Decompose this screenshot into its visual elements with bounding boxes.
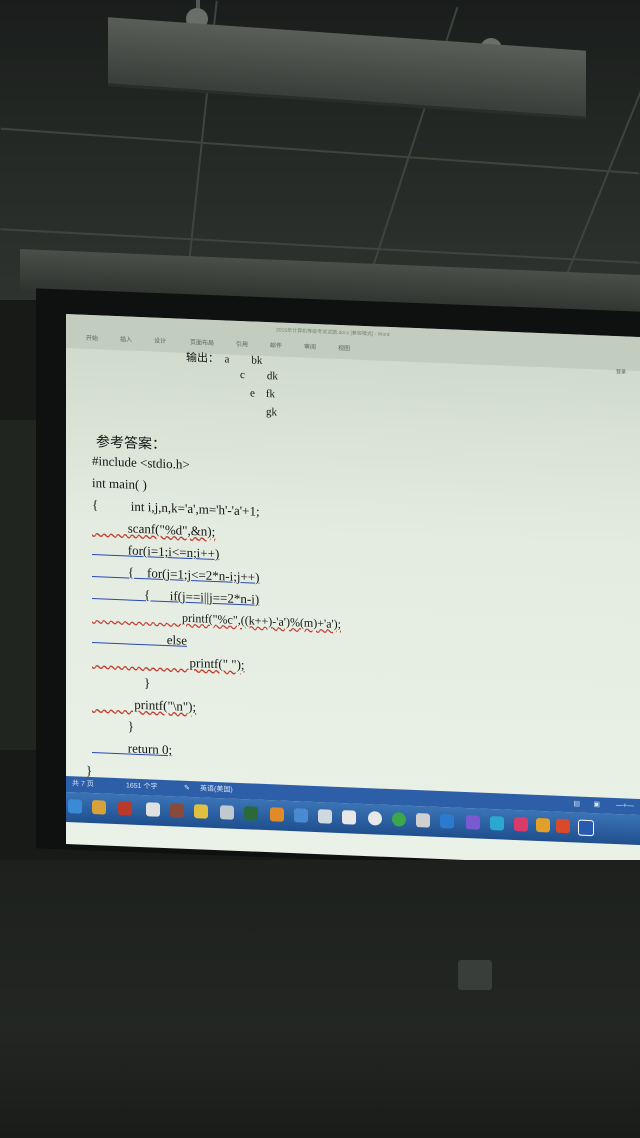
code-line: printf(" ");	[92, 651, 245, 673]
player-icon[interactable]	[294, 808, 308, 823]
python-icon[interactable]	[194, 804, 208, 819]
code-line: { int i,j,n,k='a',m='h'-'a'+1;	[92, 497, 260, 519]
proofing-icon[interactable]: ✎	[184, 781, 190, 797]
tab-references[interactable]: 引用	[236, 339, 248, 348]
powerpoint-icon[interactable]	[556, 818, 570, 834]
sign-in-label[interactable]: 登录	[616, 368, 626, 375]
ceiling-light	[108, 17, 586, 120]
pattern-line: gk	[266, 406, 277, 419]
word-icon[interactable]	[578, 819, 594, 837]
app-icon[interactable]	[170, 803, 184, 818]
zoom-slider[interactable]: —+—	[616, 798, 634, 815]
tab-home[interactable]: 开始	[86, 333, 98, 342]
app-icon[interactable]	[440, 814, 454, 829]
pattern-line: e fk	[250, 387, 276, 401]
code-line: #include <stdio.h>	[92, 453, 190, 472]
tab-insert[interactable]: 插入	[120, 334, 132, 343]
page-count[interactable]: 共 7 页	[72, 776, 94, 793]
pattern-line: c dk	[240, 368, 278, 383]
word-count[interactable]: 1651 个字	[126, 778, 158, 795]
vlc-icon[interactable]	[270, 807, 284, 822]
tab-layout[interactable]: 页面布局	[190, 337, 214, 347]
app-icon[interactable]	[392, 812, 406, 827]
code-line: return 0;	[92, 739, 173, 758]
projected-screen: 2015年计算机等级考试试题.docx [兼容模式] - Word 开始 插入 …	[66, 314, 640, 868]
window-title: 2015年计算机等级考试试题.docx [兼容模式] - Word	[276, 327, 390, 338]
wall	[0, 860, 640, 1138]
language-indicator[interactable]: 英语(美国)	[200, 781, 233, 798]
app-icon[interactable]	[514, 816, 528, 832]
app-icon[interactable]	[490, 816, 504, 831]
folder-icon[interactable]	[92, 800, 106, 815]
code-line: }	[92, 717, 134, 734]
code-line: printf("\n");	[92, 695, 197, 715]
code-line: scanf("%d",&n);	[92, 519, 216, 539]
terminal-icon[interactable]	[244, 806, 258, 821]
code-line: { for(j=1;j<=2*n-i;j++)	[92, 563, 260, 585]
notepad-icon[interactable]	[146, 802, 160, 817]
app-icon[interactable]	[416, 813, 430, 828]
ie-icon[interactable]	[68, 799, 82, 814]
tab-mailings[interactable]: 邮件	[270, 340, 282, 349]
app-icon[interactable]	[220, 805, 234, 820]
app-icon[interactable]	[466, 815, 480, 830]
filezilla-icon[interactable]	[118, 801, 132, 816]
pattern-line: 输出： a bk	[186, 351, 263, 367]
app-icon[interactable]	[368, 811, 382, 826]
tab-view[interactable]: 视图	[338, 343, 350, 352]
read-mode-icon[interactable]: ▤	[573, 796, 580, 812]
document-icon[interactable]	[318, 809, 332, 824]
wall-outlet	[458, 960, 492, 990]
print-layout-icon[interactable]: ▣	[593, 797, 600, 813]
answer-heading: 参考答案：	[96, 435, 166, 454]
code-line: for(i=1;i<=n;i++)	[92, 541, 220, 562]
app-icon[interactable]	[536, 817, 550, 833]
code-line: else	[92, 629, 187, 648]
tab-design[interactable]: 设计	[154, 336, 166, 345]
tab-review[interactable]: 审阅	[304, 342, 316, 351]
code-line: { if(j==i||j==2*n-i)	[92, 585, 260, 607]
code-line: }	[92, 673, 151, 691]
code-line: int main( )	[92, 475, 147, 493]
code-line: printf("%c",((k++)-'a')%(m)+'a');	[92, 607, 342, 632]
app-icon[interactable]	[342, 810, 356, 825]
